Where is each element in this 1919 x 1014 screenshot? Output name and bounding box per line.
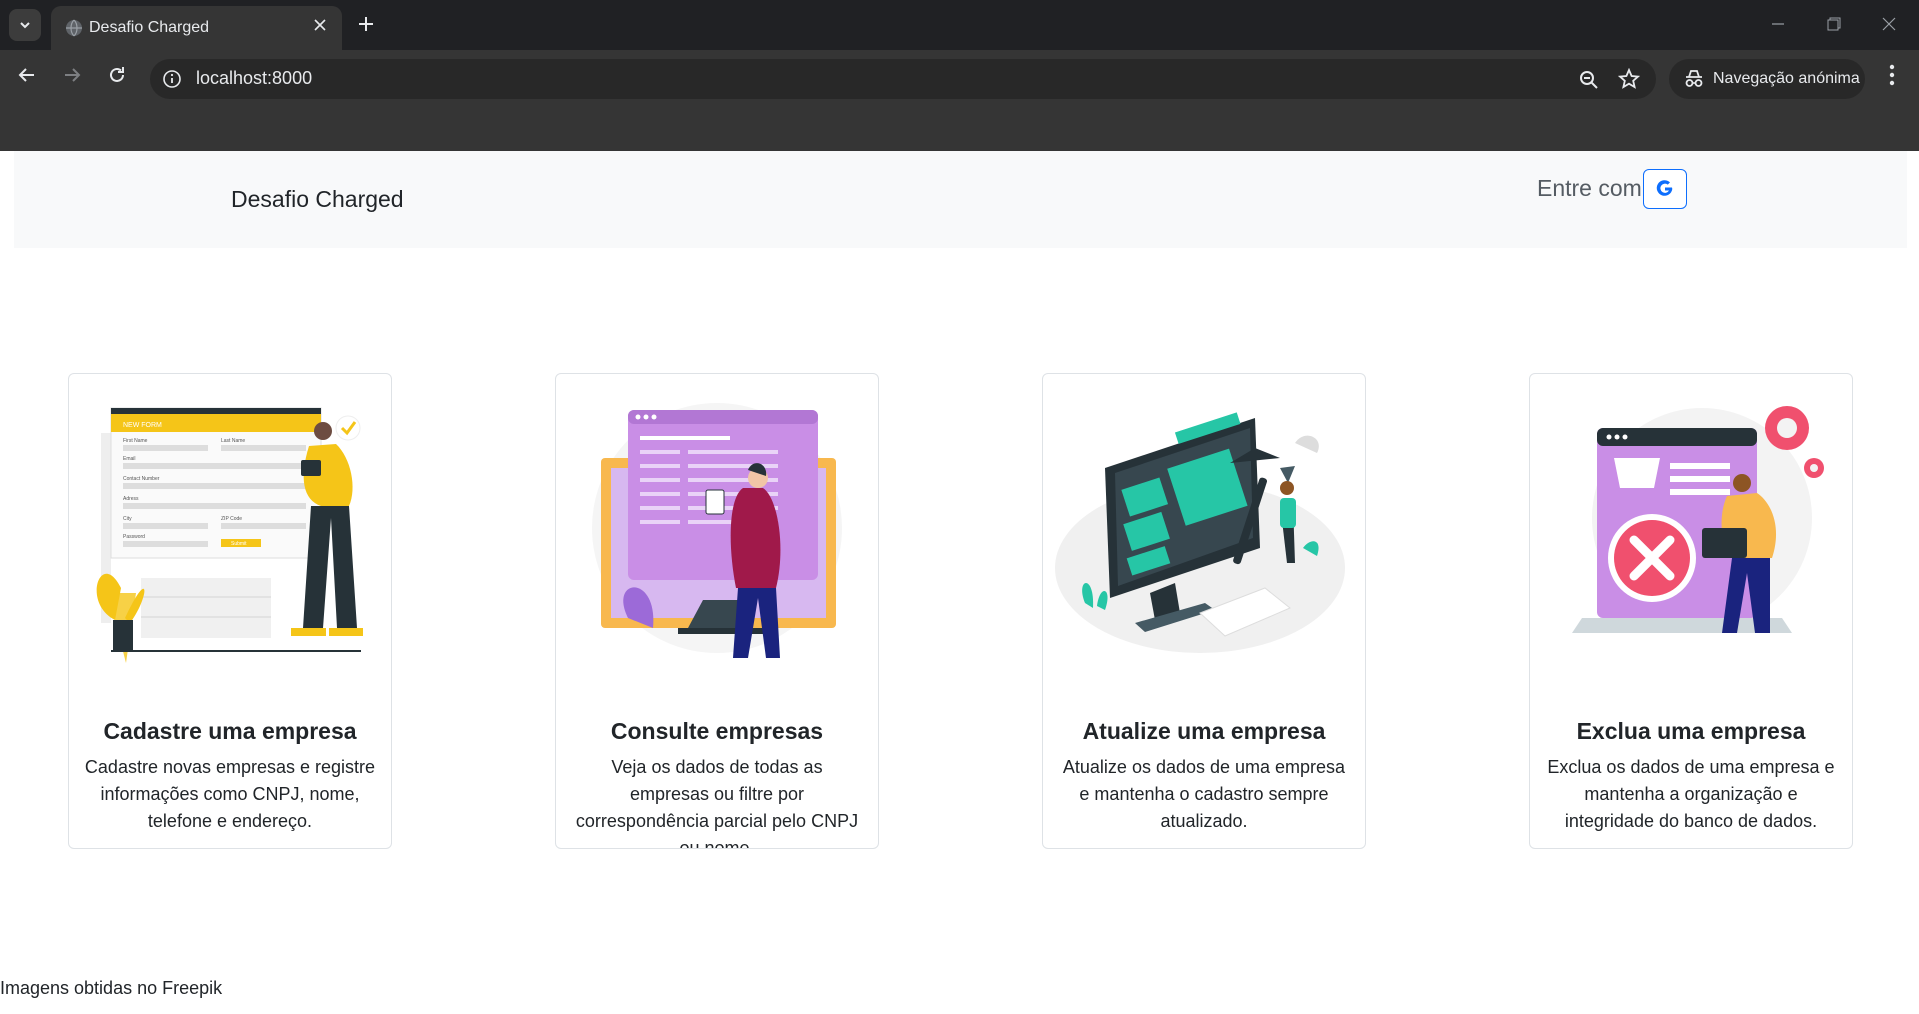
tab-strip: Desafio Charged <box>0 0 1919 50</box>
form-contact: Contact Number <box>123 476 160 482</box>
browsing-data-illustration <box>592 403 842 658</box>
card-title: Cadastre uma empresa <box>103 718 357 744</box>
restore-button[interactable] <box>1814 10 1854 38</box>
delete-data-illustration <box>1572 406 1824 633</box>
new-tab-button[interactable] <box>352 10 380 38</box>
info-icon[interactable] <box>162 69 182 89</box>
minimize-button[interactable] <box>1758 10 1798 38</box>
incognito-icon <box>1685 70 1703 87</box>
google-icon <box>1656 180 1673 196</box>
browser-tab[interactable]: Desafio Charged <box>51 6 342 50</box>
forward-icon <box>65 68 81 82</box>
reload-icon <box>110 67 124 82</box>
zoom-icon[interactable] <box>1578 69 1600 91</box>
card-text: Atualize os dados de uma empresa e mante… <box>1062 757 1346 831</box>
form-email: Email <box>123 456 136 462</box>
card-title: Exclua uma empresa <box>1576 718 1806 744</box>
navbar: Desafio Charged Entre com <box>14 151 1907 248</box>
form-zip: ZIP Code <box>221 516 242 522</box>
tab-close-button[interactable] <box>310 17 330 37</box>
form-city: City <box>123 516 132 522</box>
form-banner: NEW FORM <box>123 422 162 429</box>
forward-button[interactable] <box>57 60 87 90</box>
form-last-name: Last Name <box>221 438 245 444</box>
page-content: Desafio Charged Entre com NEW FORM First… <box>0 151 1919 1014</box>
restore-icon <box>1827 17 1841 31</box>
card-title: Atualize uma empresa <box>1082 718 1326 744</box>
editing-monitor-illustration <box>1055 412 1345 653</box>
minimize-icon <box>1772 23 1784 25</box>
star-icon[interactable] <box>1618 68 1640 90</box>
form-submit: Submit <box>231 541 247 547</box>
globe-icon <box>66 19 82 37</box>
kebab-menu-icon[interactable] <box>1881 62 1903 88</box>
bookmarks-bar <box>0 100 1919 151</box>
back-icon <box>18 68 34 82</box>
plus-icon <box>359 17 373 31</box>
login-label: Entre com <box>1537 175 1642 201</box>
card-title: Consulte empresas <box>610 718 824 744</box>
footer-credit: Imagens obtidas no Freepik <box>0 978 223 998</box>
card-text: Cadastre novas empresas e registre infor… <box>84 757 376 831</box>
window-close-button[interactable] <box>1869 10 1909 38</box>
form-first-name: First Name <box>123 438 148 444</box>
address-bar[interactable]: localhost:8000 <box>150 59 1656 99</box>
reload-button[interactable] <box>102 60 132 90</box>
tab-title: Desafio Charged <box>89 19 210 36</box>
form-filling-illustration: NEW FORM First Name Last Name Email Cont… <box>96 407 363 663</box>
window-close-icon <box>1882 17 1896 31</box>
form-password: Password <box>123 534 145 540</box>
card-update: Atualize uma empresa Atualize os dados d… <box>1042 373 1366 849</box>
card-text: Exclua os dados de uma empresa e mantenh… <box>1547 757 1835 831</box>
browser-toolbar: localhost:8000 Navegação anónima <box>0 50 1919 100</box>
tab-search-button[interactable] <box>9 9 41 41</box>
chevron-down-icon <box>20 22 30 29</box>
google-login-button[interactable] <box>1643 169 1687 209</box>
url-text[interactable]: localhost:8000 <box>196 68 312 89</box>
close-icon <box>314 19 326 31</box>
incognito-indicator[interactable]: Navegação anónima <box>1669 59 1865 99</box>
card-text: Veja os dados de todas as empresas ou fi… <box>575 757 859 849</box>
card-delete: Exclua uma empresa Exclua os dados de um… <box>1529 373 1853 849</box>
back-button[interactable] <box>12 60 42 90</box>
navbar-brand[interactable]: Desafio Charged <box>231 186 404 213</box>
incognito-label: Navegação anónima <box>1713 70 1860 87</box>
card-register: NEW FORM First Name Last Name Email Cont… <box>68 373 392 849</box>
form-address: Adress <box>123 496 139 502</box>
card-query: Consulte empresas Veja os dados de todas… <box>555 373 879 849</box>
